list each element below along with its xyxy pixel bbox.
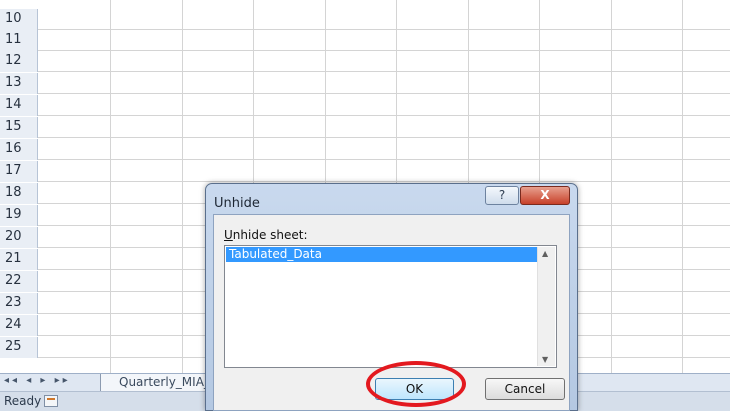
scroll-up-icon[interactable]: ▲ <box>542 249 548 258</box>
table-row[interactable]: 16 <box>0 139 730 160</box>
dialog-title: Unhide <box>214 196 260 211</box>
row-header[interactable]: 23 <box>0 293 38 314</box>
cancel-button[interactable]: Cancel <box>485 378 565 400</box>
row-header[interactable]: 22 <box>0 271 38 292</box>
row-header[interactable]: 14 <box>0 95 38 116</box>
help-button[interactable]: ? <box>485 186 519 205</box>
row-header[interactable]: 25 <box>0 337 38 358</box>
status-ready-text: Ready <box>4 394 42 408</box>
row-header[interactable]: 24 <box>0 315 38 336</box>
close-button[interactable]: X <box>520 186 570 205</box>
table-row[interactable]: 17 <box>0 161 730 182</box>
sheet-listbox[interactable]: Tabulated_Data ▲ ▼ <box>224 245 557 368</box>
row-header[interactable]: 11 <box>0 30 38 51</box>
listbox-scrollbar[interactable]: ▲ ▼ <box>537 247 555 366</box>
list-item[interactable]: Tabulated_Data <box>226 247 538 262</box>
row-header[interactable]: 10 <box>0 9 38 30</box>
table-row[interactable]: 14 <box>0 95 730 116</box>
row-header[interactable]: 12 <box>0 51 38 72</box>
row-header[interactable]: 20 <box>0 227 38 248</box>
table-row[interactable]: 10 <box>0 9 730 30</box>
row-header[interactable]: 13 <box>0 73 38 94</box>
row-header[interactable]: 18 <box>0 183 38 204</box>
macro-record-icon[interactable] <box>44 395 58 407</box>
sheet-navigation-icon[interactable]: ◂◂ ◂ ▸ ▸▸ <box>4 375 71 386</box>
row-header[interactable]: 16 <box>0 139 38 160</box>
highlight-circle <box>366 361 466 407</box>
table-row[interactable]: 12 <box>0 51 730 72</box>
row-header[interactable]: 21 <box>0 249 38 270</box>
scroll-down-icon[interactable]: ▼ <box>542 355 548 364</box>
unhide-sheet-label: Unhide sheet: <box>224 228 308 242</box>
row-header[interactable]: 19 <box>0 205 38 226</box>
row-header[interactable]: 17 <box>0 161 38 182</box>
table-row[interactable]: 11 <box>0 30 730 51</box>
row-header[interactable]: 15 <box>0 117 38 138</box>
table-row[interactable]: 13 <box>0 73 730 94</box>
table-row[interactable]: 15 <box>0 117 730 138</box>
